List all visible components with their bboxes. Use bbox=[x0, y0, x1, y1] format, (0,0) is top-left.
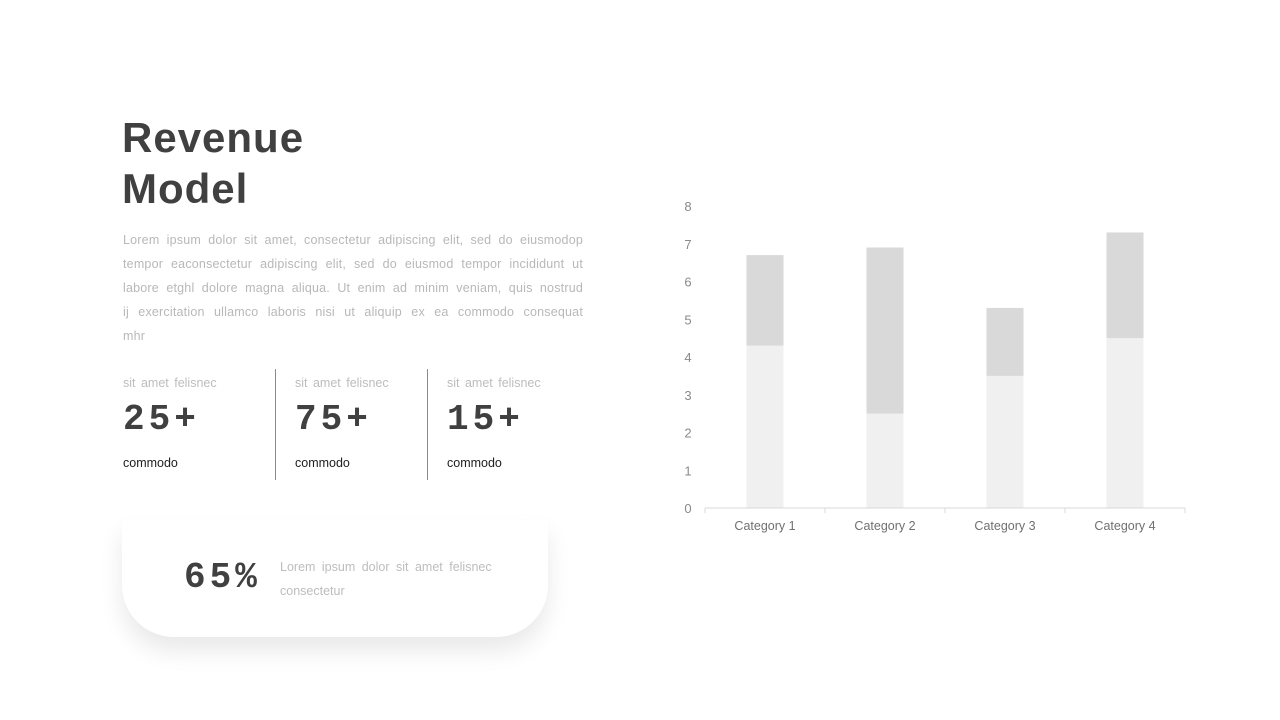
stat-value: 75+ bbox=[295, 399, 372, 440]
x-tick-label: Category 1 bbox=[734, 519, 795, 533]
y-tick-label: 8 bbox=[684, 199, 691, 214]
bar-series-2 bbox=[1106, 232, 1144, 339]
stat-caption: commodo bbox=[295, 456, 350, 470]
stat-item: sit amet felisnec 15+ commodo bbox=[427, 369, 579, 480]
stat-label: sit amet felisnec bbox=[295, 376, 389, 390]
stats-row: sit amet felisnec 25+ commodo sit amet f… bbox=[123, 369, 579, 480]
bar-series-2 bbox=[866, 247, 904, 414]
stat-caption: commodo bbox=[123, 456, 178, 470]
intro-paragraph: Lorem ipsum dolor sit amet, consectetur … bbox=[123, 233, 583, 343]
stat-item: sit amet felisnec 75+ commodo bbox=[275, 369, 427, 480]
stat-label: sit amet felisnec bbox=[123, 376, 217, 390]
title-line-1: Revenue bbox=[122, 114, 305, 161]
y-tick-label: 7 bbox=[684, 237, 691, 252]
highlight-value: 65% bbox=[184, 557, 261, 598]
x-tick-label: Category 4 bbox=[1094, 519, 1155, 533]
bar-series-1 bbox=[866, 413, 904, 508]
x-tick-label: Category 2 bbox=[854, 519, 915, 533]
y-tick-label: 6 bbox=[684, 275, 691, 290]
y-tick-label: 3 bbox=[684, 388, 691, 403]
bar-series-1 bbox=[986, 375, 1024, 508]
y-tick-label: 2 bbox=[684, 426, 691, 441]
highlight-card: 65% Lorem ipsum dolor sit amet felisnec … bbox=[122, 520, 548, 637]
stat-value: 15+ bbox=[447, 399, 524, 440]
y-tick-label: 0 bbox=[684, 501, 691, 516]
highlight-text: Lorem ipsum dolor sit amet felisnec cons… bbox=[280, 560, 492, 598]
bar-series-2 bbox=[986, 307, 1024, 376]
stacked-bar-chart: 0 1 2 3 4 5 6 7 8 Category 1 Category 2 Category 3 C… bbox=[684, 199, 1186, 533]
stat-label: sit amet felisnec bbox=[447, 376, 541, 390]
y-tick-label: 4 bbox=[684, 350, 691, 365]
y-tick-label: 5 bbox=[684, 312, 691, 327]
stat-item: sit amet felisnec 25+ commodo bbox=[123, 369, 275, 480]
stat-value: 25+ bbox=[123, 399, 200, 440]
x-tick-label: Category 3 bbox=[974, 519, 1035, 533]
bar-series-1 bbox=[1106, 338, 1144, 508]
title-line-2: Model bbox=[122, 165, 249, 212]
stat-caption: commodo bbox=[447, 456, 502, 470]
bar-series-1 bbox=[746, 345, 784, 508]
page-title: Revenue Model bbox=[122, 112, 304, 214]
bar-series-2 bbox=[746, 255, 784, 346]
y-tick-label: 1 bbox=[684, 463, 691, 478]
